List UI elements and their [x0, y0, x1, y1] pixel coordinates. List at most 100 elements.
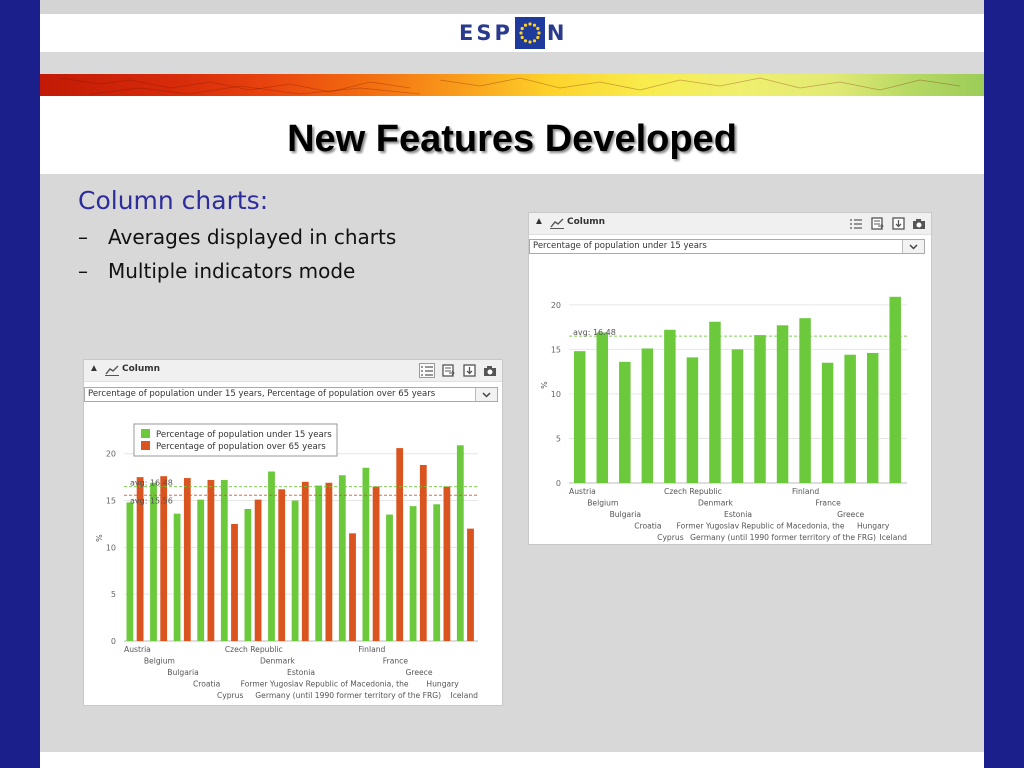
x-tick-label: Austria	[124, 645, 151, 654]
y-tick-label: 10	[551, 390, 561, 399]
panel-header: ▲ Column	[529, 213, 931, 235]
x-tick-label: Bulgaria	[610, 510, 642, 519]
bar	[664, 329, 676, 483]
panel-toolbar	[848, 216, 927, 231]
bullet-item: – Averages displayed in charts	[78, 225, 478, 249]
bar	[754, 335, 766, 483]
indicator-select[interactable]: Percentage of population under 15 years	[529, 239, 925, 254]
footer-band	[40, 752, 984, 768]
bar	[844, 354, 856, 483]
average-label: avg: 16.48	[130, 479, 173, 488]
x-tick-label: France	[383, 657, 409, 666]
y-axis-label: %	[540, 381, 549, 389]
bar	[278, 489, 286, 641]
export-table-icon[interactable]	[440, 363, 456, 378]
top-band	[40, 0, 984, 14]
x-tick-label: Bulgaria	[167, 668, 199, 677]
indicator-select-value: Percentage of population under 15 years,…	[88, 389, 436, 399]
y-tick-label: 10	[106, 543, 116, 552]
bar	[207, 479, 215, 641]
x-tick-label: Czech Republic	[225, 645, 283, 654]
title-area: New Features Developed	[40, 96, 984, 174]
x-tick-label: Belgium	[144, 657, 175, 666]
x-tick-label: Iceland	[880, 533, 908, 542]
download-icon[interactable]	[890, 216, 906, 231]
column-chart-multi: 0 5 10 15 20% avg: 16.48 avg: 15.56 Austria Belg…	[95, 423, 479, 700]
bar	[126, 502, 134, 641]
legend-swatch	[141, 429, 150, 438]
bullet-dash: –	[78, 259, 88, 283]
x-tick-label: Greece	[405, 668, 432, 677]
bar	[866, 352, 879, 483]
download-icon[interactable]	[461, 363, 477, 378]
panel-toolbar	[419, 363, 498, 378]
camera-icon[interactable]	[911, 216, 927, 231]
chevron-down-icon[interactable]	[902, 240, 924, 253]
bar	[596, 332, 609, 483]
bar	[433, 504, 441, 641]
bar	[619, 361, 631, 483]
indicator-select-value: Percentage of population under 15 years	[533, 241, 707, 251]
legend-toggle-icon[interactable]	[848, 216, 864, 231]
y-tick-label: 15	[551, 345, 561, 354]
bar	[574, 351, 586, 483]
column-chart-icon	[105, 363, 119, 381]
eu-stars-icon	[514, 17, 545, 49]
bar	[776, 325, 789, 483]
bar	[291, 500, 299, 641]
y-tick-label: 20	[106, 450, 116, 459]
x-tick-label: Cyprus	[217, 691, 244, 700]
x-tick-label: Iceland	[451, 691, 479, 700]
bullet-list: Column charts: – Averages displayed in c…	[78, 186, 478, 283]
x-tick-label: Czech Republic	[664, 487, 722, 496]
bar	[396, 448, 404, 641]
y-tick-label: 5	[111, 590, 116, 599]
bar	[325, 482, 333, 641]
bar	[338, 475, 346, 641]
bar	[231, 523, 238, 641]
bar	[254, 499, 262, 641]
bar	[244, 508, 252, 641]
column-chart-panel-single: ▲ Column Percentage of population under …	[528, 212, 932, 545]
x-tick-label: Croatia	[193, 680, 220, 689]
chevron-down-icon[interactable]	[475, 388, 497, 401]
bar	[467, 528, 474, 641]
collapse-caret-icon[interactable]: ▲	[89, 363, 99, 374]
x-tick-label: Austria	[569, 487, 596, 496]
indicator-select[interactable]: Percentage of population under 15 years,…	[84, 387, 498, 402]
column-chart-icon	[550, 216, 564, 234]
collapse-caret-icon[interactable]: ▲	[534, 216, 544, 227]
x-tick-label: France	[816, 499, 842, 508]
bar	[709, 321, 721, 483]
legend-swatch	[141, 441, 150, 450]
bullet-dash: –	[78, 225, 88, 249]
x-tick-label: Germany (until 1990 former territory of …	[690, 533, 876, 542]
legend-toggle-icon[interactable]	[419, 363, 435, 378]
y-tick-label: 15	[106, 497, 116, 506]
camera-icon[interactable]	[482, 363, 498, 378]
panel-header: ▲ Column	[84, 360, 502, 382]
bar	[349, 533, 356, 641]
bar	[183, 478, 191, 641]
bar	[641, 348, 654, 483]
x-tick-label: Finland	[358, 645, 385, 654]
bar	[268, 471, 275, 641]
bullet-text: Multiple indicators mode	[108, 259, 356, 283]
column-chart-panel-multi: ▲ Column Percentage of population under …	[83, 359, 503, 706]
y-tick-label: 0	[556, 479, 561, 488]
y-axis-label: %	[95, 534, 104, 542]
x-tick-label: Finland	[792, 487, 819, 496]
y-tick-label: 5	[556, 434, 561, 443]
x-tick-label: Estonia	[287, 668, 315, 677]
bar	[799, 318, 811, 483]
logo-strip: ESP N	[40, 14, 984, 52]
x-tick-label: Cyprus	[657, 533, 684, 542]
grey-band	[40, 52, 984, 74]
legend-label: Percentage of population under 15 years	[156, 430, 332, 440]
bar	[443, 486, 451, 641]
bar	[456, 445, 464, 641]
export-table-icon[interactable]	[869, 216, 885, 231]
bullet-item: – Multiple indicators mode	[78, 259, 478, 283]
y-tick-label: 20	[551, 301, 561, 310]
x-tick-label: Greece	[837, 510, 864, 519]
